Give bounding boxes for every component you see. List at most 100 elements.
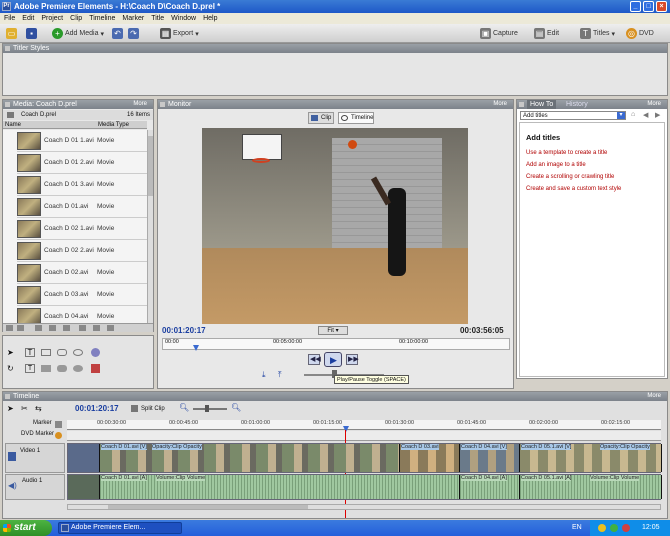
tab-howto[interactable]: How To — [527, 100, 557, 109]
howto-more-button[interactable]: More — [647, 100, 661, 109]
list-item[interactable]: Coach D 01 3.avi Movie — [17, 174, 147, 196]
zoom-out-icon[interactable]: 🔍︎ — [179, 403, 189, 412]
vertical-text-tool-icon[interactable] — [41, 349, 51, 356]
taskbar-item-premiere[interactable]: Adobe Premiere Elem... — [58, 522, 182, 534]
zoom-slider[interactable] — [193, 408, 227, 410]
list-item[interactable]: Coach D 01 2.avi Movie — [17, 152, 147, 174]
step-back-button[interactable]: ◀◀ — [308, 354, 321, 365]
timeline-more-button[interactable]: More — [647, 392, 661, 401]
monitor-more-button[interactable]: More — [493, 100, 507, 109]
add-media-button[interactable]: + Add Media ▾ — [52, 27, 104, 40]
list-item[interactable]: Coach D 04.avi Movie — [17, 306, 147, 323]
clock[interactable]: 12:05 — [642, 520, 660, 536]
new-item-icon[interactable] — [93, 325, 100, 331]
timeline-scrollbar[interactable] — [67, 504, 661, 510]
rotate-tool-icon[interactable]: ↻ — [7, 364, 17, 373]
monitor-ruler[interactable]: 00:00 00:05:00:00 00:10:00:00 — [162, 338, 510, 351]
list-item[interactable]: Coach D 02 1.avi Movie — [17, 218, 147, 240]
edit-button[interactable]: ▤ Edit — [534, 27, 559, 40]
playhead-icon[interactable] — [193, 345, 199, 351]
list-item[interactable]: Coach D 02.avi Movie — [17, 262, 147, 284]
rounded-rectangle-tool-icon[interactable] — [57, 349, 67, 356]
audio-clip[interactable]: Coach D 01.avi [A] Volume:Clip Volume — [100, 475, 460, 499]
tab-history[interactable]: History — [563, 100, 591, 109]
audio-filter-icon[interactable] — [49, 325, 56, 331]
home-icon[interactable]: ⌂ — [631, 111, 635, 118]
rectangle-tool-icon[interactable] — [41, 365, 51, 372]
selection-tool-icon[interactable]: ➤ — [7, 348, 17, 357]
menu-window[interactable]: Window — [171, 13, 196, 24]
media-scrollbar[interactable] — [147, 130, 153, 323]
play-pause-button[interactable]: ▶ — [324, 352, 342, 367]
minimize-button[interactable]: _ — [630, 1, 641, 12]
fit-dropdown[interactable]: Fit ▾ — [318, 326, 348, 335]
timeline-current-time[interactable]: 00:01:20:17 — [75, 404, 119, 413]
list-item[interactable]: Coach D 02 2.avi Movie — [17, 240, 147, 262]
undo-button[interactable]: ↶ — [112, 27, 123, 40]
menu-marker[interactable]: Marker — [122, 13, 144, 24]
security-icon[interactable] — [610, 524, 618, 532]
scroll-thumb[interactable] — [148, 136, 153, 196]
step-forward-button[interactable]: ▶▶ — [346, 354, 359, 365]
howto-link-text-style[interactable]: Create and save a custom text style — [526, 186, 658, 192]
howto-link-scrolling[interactable]: Create a scrolling or crawling title — [526, 174, 658, 180]
color-tool-icon[interactable] — [91, 348, 100, 357]
video-clip[interactable]: Coach D 04.avi [V] — [460, 444, 520, 472]
dvd-marker-icon[interactable] — [55, 432, 62, 439]
zoom-handle[interactable] — [205, 405, 209, 412]
selection-tool-icon[interactable]: ➤ — [7, 404, 14, 413]
maximize-button[interactable]: □ — [643, 1, 654, 12]
video-preview[interactable] — [202, 128, 468, 324]
monitor-current-time[interactable]: 00:01:20:17 — [162, 326, 206, 335]
video-clip[interactable]: Coach D 05.1.avi [V] Opacity:Clip Opacity — [520, 444, 662, 472]
filled-rounded-rectangle-icon[interactable] — [57, 365, 67, 372]
list-item[interactable]: Coach D 01.avi Movie — [17, 196, 147, 218]
audio-clip[interactable]: Coach D 04.avi [A] — [460, 475, 520, 499]
menu-project[interactable]: Project — [41, 13, 63, 24]
menu-clip[interactable]: Clip — [70, 13, 82, 24]
media-more-button[interactable]: More — [133, 100, 147, 109]
speaker-icon[interactable]: ◀) — [8, 481, 17, 490]
folder-icon[interactable] — [79, 325, 86, 331]
menu-edit[interactable]: Edit — [22, 13, 34, 24]
audio-clip[interactable]: Coach D 05.1.avi [A] Volume:Clip Volume — [520, 475, 662, 499]
back-arrow-icon[interactable]: ◀ — [643, 111, 648, 119]
column-name[interactable]: Name — [5, 121, 21, 129]
howto-link-template[interactable]: Use a template to create a title — [526, 150, 658, 156]
list-item[interactable]: Coach D 03.avi Movie — [17, 284, 147, 306]
filled-ellipse-icon[interactable] — [73, 365, 83, 372]
tray-icon[interactable] — [622, 524, 630, 532]
list-view-icon[interactable] — [6, 325, 13, 331]
thumbnail-view-icon[interactable] — [17, 325, 24, 331]
filter-icon[interactable] — [35, 325, 42, 331]
audio-track[interactable]: Coach D 01.avi [A] Volume:Clip Volume Coa… — [67, 474, 662, 500]
time-stretch-icon[interactable]: ⇆ — [35, 404, 42, 413]
tab-timeline[interactable]: Timeline — [338, 112, 374, 124]
list-item[interactable]: Coach D 01 1.avi Movie — [17, 130, 147, 152]
audio-clip[interactable] — [68, 475, 100, 499]
close-button[interactable]: × — [656, 1, 667, 12]
start-button[interactable]: start — [0, 520, 52, 536]
stroke-color-icon[interactable] — [91, 364, 100, 373]
menu-title[interactable]: Title — [151, 13, 164, 24]
image-filter-icon[interactable] — [63, 325, 70, 331]
out-point-icon[interactable]: ⤒ — [278, 370, 282, 380]
column-media-type[interactable]: Media Type — [98, 121, 129, 129]
video-track-header[interactable]: Video 1 — [5, 443, 65, 473]
forward-arrow-icon[interactable]: ▶ — [655, 111, 660, 119]
save-button[interactable]: ▪ — [26, 27, 37, 40]
open-button[interactable]: ▭ — [6, 27, 17, 40]
language-indicator[interactable]: EN — [572, 520, 582, 536]
trash-icon[interactable] — [107, 325, 114, 331]
video-track-icon[interactable] — [8, 452, 16, 461]
split-clip-button[interactable]: Split Clip — [131, 404, 165, 414]
video-clip[interactable]: Coach D 01.avi [V] Opacity:Clip Opacity — [100, 444, 400, 472]
video-clip[interactable] — [68, 444, 100, 472]
dvd-marker-track[interactable] — [67, 431, 661, 441]
menu-timeline[interactable]: Timeline — [89, 13, 115, 24]
area-text-tool-icon[interactable]: T — [25, 364, 35, 373]
export-button[interactable]: ▦ Export ▾ — [160, 27, 199, 40]
howto-topic-dropdown[interactable]: Add titles ▾ — [520, 111, 626, 120]
text-tool-icon[interactable]: T — [25, 348, 35, 357]
dvd-button[interactable]: ◎ DVD — [626, 27, 654, 40]
